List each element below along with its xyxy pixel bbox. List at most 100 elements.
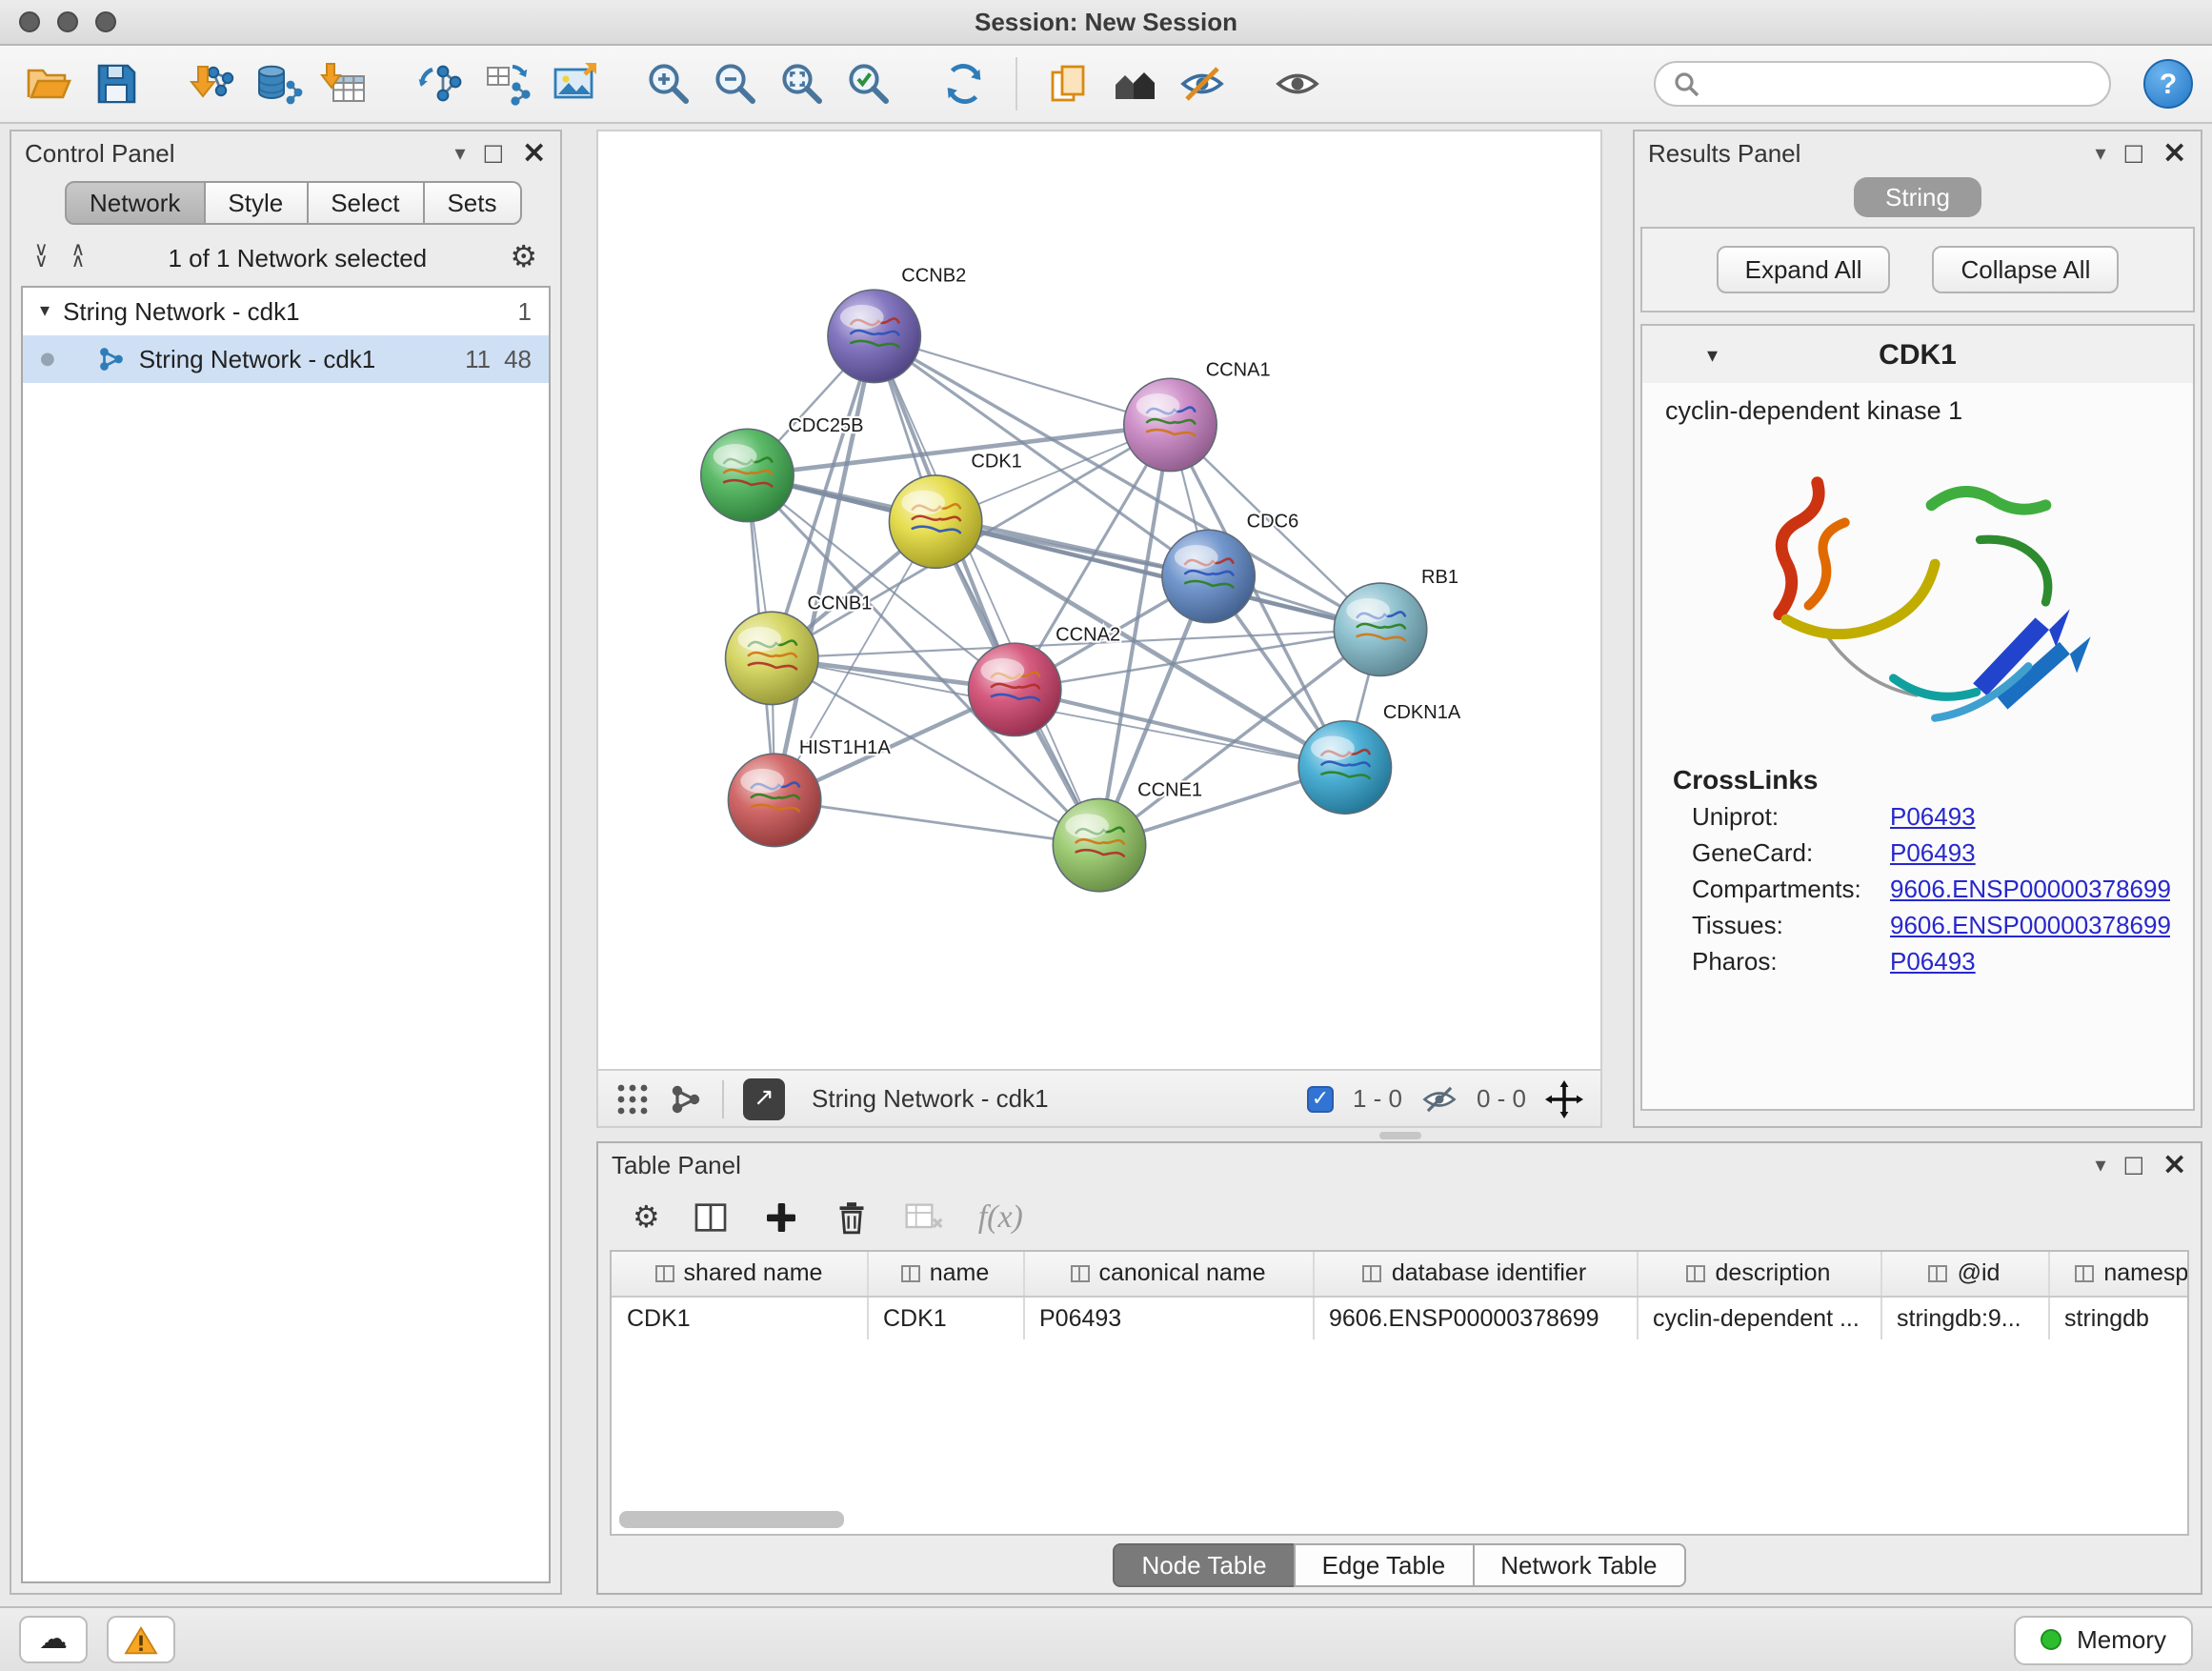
cloud-services-button[interactable]: ☁ (19, 1616, 88, 1663)
network-node[interactable]: CDKN1A (1298, 702, 1461, 814)
column-header[interactable]: database identifier (1313, 1252, 1637, 1296)
gene-section-header[interactable]: ▾ CDK1 (1642, 326, 2193, 383)
panel-menu-icon[interactable]: ▾ (2095, 1154, 2105, 1175)
memory-button[interactable]: Memory (2014, 1615, 2193, 1664)
cell-id[interactable]: stringdb:9... (1880, 1296, 2048, 1339)
birdseye-view-button[interactable]: ↗ (743, 1077, 785, 1119)
tab-node-table[interactable]: Node Table (1113, 1542, 1295, 1586)
warnings-button[interactable] (107, 1616, 175, 1663)
first-neighbors-button[interactable] (1105, 53, 1166, 114)
network-edge[interactable] (875, 336, 1099, 845)
horizontal-scrollbar[interactable] (619, 1511, 2180, 1528)
network-node[interactable]: CCNB2 (828, 266, 966, 383)
cell-namespace[interactable]: stringdb (2048, 1296, 2189, 1339)
network-from-table-button[interactable] (476, 53, 537, 114)
network-edge[interactable] (935, 522, 1380, 630)
network-node[interactable]: CCNB1 (726, 593, 873, 704)
tree-expand-icon[interactable]: ▾ (40, 301, 50, 322)
network-node[interactable]: RB1 (1334, 567, 1458, 675)
search-box[interactable] (1654, 61, 2111, 107)
panel-close-icon[interactable]: × (2162, 1149, 2187, 1179)
network-node[interactable]: CCNA1 (1124, 359, 1271, 471)
window-zoom-button[interactable] (95, 11, 116, 32)
crosslink-link[interactable]: P06493 (1890, 838, 1976, 867)
function-builder-button[interactable]: f(x) (978, 1198, 1023, 1237)
attribute-table[interactable]: shared name name canonical name database… (612, 1252, 2189, 1339)
cell-shared-name[interactable]: CDK1 (612, 1296, 867, 1339)
crosslink-link[interactable]: P06493 (1890, 947, 1976, 976)
tab-network-table[interactable]: Network Table (1472, 1542, 1685, 1586)
network-edge[interactable] (774, 336, 875, 800)
new-network-button[interactable] (410, 53, 471, 114)
delete-column-button[interactable] (834, 1198, 872, 1237)
column-header[interactable]: namespace (2048, 1252, 2189, 1296)
network-edge[interactable] (1015, 690, 1345, 768)
column-header[interactable]: shared name (612, 1252, 867, 1296)
panel-close-icon[interactable]: × (2162, 137, 2187, 168)
table-options-gear-button[interactable]: ⚙ (633, 1202, 660, 1233)
panel-float-icon[interactable]: □ (483, 141, 505, 164)
selected-checkbox-icon[interactable]: ✓ (1307, 1085, 1334, 1112)
fit-content-button[interactable] (772, 53, 833, 114)
expand-all-networks-icon[interactable]: ∨∨ (34, 246, 49, 269)
import-table-button[interactable] (314, 53, 375, 114)
search-input[interactable] (1711, 69, 2092, 99)
network-node[interactable]: CDK1 (889, 451, 1021, 568)
tab-select[interactable]: Select (308, 181, 424, 225)
panel-float-icon[interactable]: □ (2123, 1153, 2145, 1176)
tab-string[interactable]: String (1853, 177, 1982, 217)
network-canvas[interactable]: CCNB2CCNA1CDC25BCDK1CDC6RB1CCNB1CCNA2CDK… (596, 130, 1602, 1071)
crosslink-link[interactable]: 9606.ENSP00000378699 (1890, 875, 2171, 903)
pan-crosshair-button[interactable] (1545, 1079, 1583, 1117)
tab-sets[interactable]: Sets (424, 181, 521, 225)
crosslink-link[interactable]: P06493 (1890, 802, 1976, 831)
export-image-button[interactable] (543, 53, 604, 114)
collapse-section-icon[interactable]: ▾ (1707, 342, 1718, 367)
network-edge[interactable] (774, 800, 1099, 845)
cell-name[interactable]: CDK1 (867, 1296, 1023, 1339)
window-close-button[interactable] (19, 11, 40, 32)
cell-description[interactable]: cyclin-dependent ... (1637, 1296, 1880, 1339)
column-header[interactable]: name (867, 1252, 1023, 1296)
network-row[interactable]: ● String Network - cdk1 11 48 (23, 335, 549, 383)
hide-selected-button[interactable] (1172, 53, 1233, 114)
collapse-all-networks-icon[interactable]: ∧∧ (71, 246, 86, 269)
tab-network[interactable]: Network (65, 181, 205, 225)
column-header[interactable]: canonical name (1023, 1252, 1313, 1296)
cell-database-identifier[interactable]: 9606.ENSP00000378699 (1313, 1296, 1637, 1339)
apply-layout-button[interactable] (934, 53, 995, 114)
panel-menu-icon[interactable]: ▾ (2095, 142, 2105, 163)
column-header[interactable]: description (1637, 1252, 1880, 1296)
cell-canonical-name[interactable]: P06493 (1023, 1296, 1313, 1339)
import-network-database-button[interactable] (248, 53, 309, 114)
panel-menu-icon[interactable]: ▾ (454, 142, 465, 163)
add-column-button[interactable] (763, 1198, 801, 1237)
show-all-button[interactable] (1267, 53, 1328, 114)
zoom-in-button[interactable] (638, 53, 699, 114)
crosslink-link[interactable]: 9606.ENSP00000378699 (1890, 911, 2171, 939)
network-collection-row[interactable]: ▾ String Network - cdk1 1 (23, 288, 549, 335)
expand-all-button[interactable]: Expand All (1717, 246, 1891, 293)
panel-close-icon[interactable]: × (521, 137, 547, 168)
collapse-all-button[interactable]: Collapse All (1933, 246, 2120, 293)
grid-view-button[interactable] (615, 1081, 650, 1116)
save-session-button[interactable] (86, 53, 147, 114)
network-node[interactable]: HIST1H1A (728, 737, 891, 846)
zoom-out-button[interactable] (705, 53, 766, 114)
help-button[interactable]: ? (2143, 59, 2193, 109)
duplicate-document-button[interactable] (1038, 53, 1099, 114)
column-header[interactable]: @id (1880, 1252, 2048, 1296)
show-columns-button[interactable] (693, 1198, 731, 1237)
network-graph[interactable]: CCNB2CCNA1CDC25BCDK1CDC6RB1CCNB1CCNA2CDK… (598, 131, 1600, 1069)
zoom-selected-button[interactable] (838, 53, 899, 114)
import-network-file-button[interactable] (181, 53, 242, 114)
horizontal-splitter[interactable] (596, 1128, 2202, 1141)
table-row[interactable]: CDK1 CDK1 P06493 9606.ENSP00000378699 cy… (612, 1296, 2189, 1339)
open-session-button[interactable] (19, 53, 80, 114)
network-options-gear-icon[interactable]: ⚙ (510, 242, 537, 272)
window-minimize-button[interactable] (57, 11, 78, 32)
tab-style[interactable]: Style (205, 181, 308, 225)
tab-edge-table[interactable]: Edge Table (1294, 1542, 1475, 1586)
scrollbar-thumb[interactable] (619, 1511, 844, 1528)
network-view-mode-button[interactable] (669, 1081, 703, 1116)
